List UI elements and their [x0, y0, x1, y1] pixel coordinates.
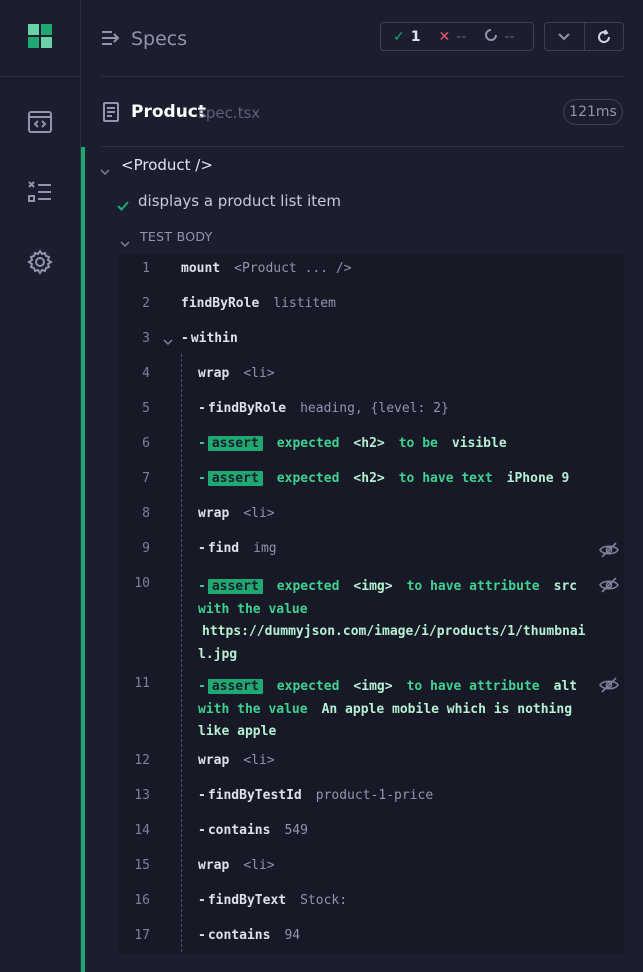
eye-slash-icon[interactable]	[599, 677, 619, 697]
check-icon: ✓	[393, 28, 405, 45]
check-icon	[117, 196, 129, 215]
suite-title[interactable]: <Product />	[121, 156, 213, 174]
specs-list-icon[interactable]	[101, 29, 121, 51]
code-window-icon[interactable]	[26, 108, 54, 136]
pass-status-bar	[81, 147, 85, 972]
header-actions	[544, 22, 624, 51]
spec-name: Product	[131, 102, 206, 122]
eye-slash-icon[interactable]	[599, 542, 619, 562]
gear-icon[interactable]	[26, 248, 54, 276]
page-title: Specs	[131, 28, 188, 50]
command-log: 1 mount <Product ... /> 2 findByRole listi…	[118, 254, 624, 954]
x-icon: ✕	[438, 28, 451, 45]
passed-count: ✓ 1	[393, 28, 421, 45]
test-title[interactable]: displays a product list item	[138, 192, 341, 210]
rerun-button[interactable]	[583, 23, 624, 50]
pending-count: --	[484, 28, 514, 46]
pending-spinner-icon	[484, 28, 498, 46]
eye-slash-icon[interactable]	[599, 577, 619, 597]
sidebar-divider	[0, 76, 80, 77]
test-body-label[interactable]: TEST BODY	[140, 229, 213, 244]
chevron-down-icon	[558, 32, 570, 40]
test-list-icon[interactable]	[26, 178, 54, 206]
chevron-down-icon[interactable]	[120, 233, 130, 252]
test-stats: ✓ 1 ✕ -- --	[380, 22, 534, 51]
cypress-logo[interactable]	[28, 24, 52, 48]
failed-count: ✕ --	[438, 28, 467, 45]
duration-badge: 121ms	[563, 99, 623, 125]
spec-extension: spec.tsx	[198, 104, 261, 122]
header-divider	[101, 76, 624, 77]
sidebar	[0, 0, 81, 972]
chevron-down-icon[interactable]	[100, 161, 110, 180]
chevron-down-icon[interactable]	[163, 335, 173, 350]
collapse-button[interactable]	[545, 23, 584, 50]
refresh-icon	[597, 28, 610, 43]
within-indent-guide	[181, 354, 183, 952]
spec-divider	[101, 146, 624, 147]
file-icon	[102, 102, 120, 126]
